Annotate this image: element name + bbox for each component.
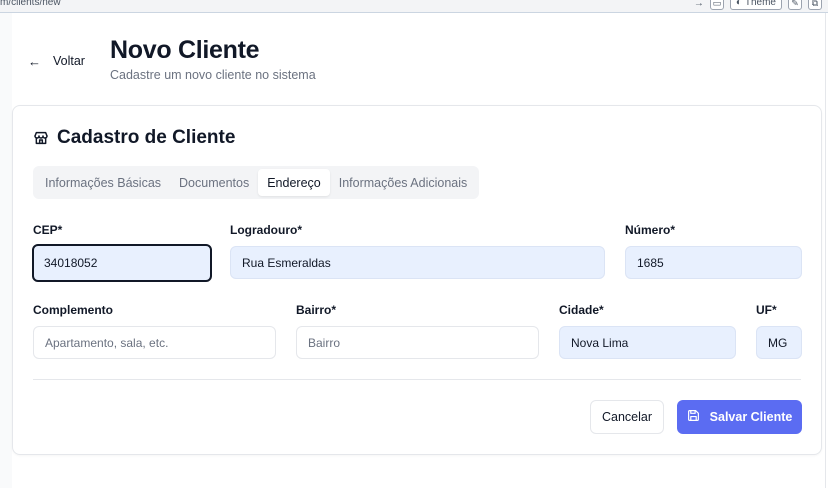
page-subtitle: Cadastre um novo cliente no sistema <box>110 68 316 82</box>
cidade-label: Cidade* <box>559 303 604 317</box>
forward-icon[interactable]: → <box>694 0 704 9</box>
uf-label: UF* <box>756 303 777 317</box>
card-header: Cadastro de Cliente <box>33 127 235 149</box>
monitor-icon[interactable]: ▭ <box>709 0 724 10</box>
save-client-button[interactable]: Salvar Cliente <box>677 400 802 434</box>
tab-endereco[interactable]: Endereço <box>258 169 330 196</box>
logradouro-input[interactable]: Rua Esmeraldas <box>230 246 605 279</box>
bairro-label: Bairro* <box>296 303 337 317</box>
card-title: Cadastro de Cliente <box>57 127 236 148</box>
bairro-input[interactable]: Bairro <box>296 326 539 359</box>
cancel-button[interactable]: Cancelar <box>590 400 664 434</box>
form-divider <box>33 379 801 380</box>
browser-tools: → ▭ ◐ Theme ✎ ⧉ <box>694 0 822 10</box>
save-icon <box>687 409 700 425</box>
address-bar[interactable]: m/clients/new <box>0 0 61 8</box>
theme-button[interactable]: ◐ Theme <box>729 0 782 10</box>
numero-label: Número* <box>625 223 676 237</box>
tab-documentos[interactable]: Documentos <box>170 169 258 196</box>
cidade-input[interactable]: Nova Lima <box>559 326 736 359</box>
numero-input[interactable]: 1685 <box>625 246 802 279</box>
complemento-input[interactable]: Apartamento, sala, etc. <box>33 326 276 359</box>
copy-icon[interactable]: ⧉ <box>808 0 822 10</box>
uf-input[interactable]: MG <box>756 326 802 359</box>
client-form-card: Cadastro de Cliente Informações Básicas … <box>12 105 822 455</box>
logradouro-label: Logradouro* <box>230 223 302 237</box>
complemento-label: Complemento <box>33 303 114 317</box>
store-icon <box>33 130 49 146</box>
page-gutter <box>0 13 12 488</box>
back-button[interactable]: ← Voltar <box>22 48 91 74</box>
arrow-left-icon: ← <box>28 53 41 69</box>
edit-icon[interactable]: ✎ <box>788 0 802 10</box>
tab-informacoes-basicas[interactable]: Informações Básicas <box>36 169 170 196</box>
theme-label: Theme <box>744 0 776 8</box>
cep-input[interactable]: 34018052 <box>32 244 212 282</box>
back-label: Voltar <box>53 54 85 68</box>
form-tabs: Informações Básicas Documentos Endereço … <box>33 166 480 199</box>
browser-toolbar: m/clients/new → ▭ ◐ Theme ✎ ⧉ <box>0 0 828 13</box>
cep-label: CEP* <box>33 223 63 237</box>
page-edge <box>825 13 826 488</box>
save-label: Salvar Cliente <box>709 410 793 424</box>
page-title: Novo Cliente <box>110 36 260 64</box>
tab-informacoes-adicionais[interactable]: Informações Adicionais <box>330 169 477 196</box>
palette-icon: ◐ <box>735 0 742 8</box>
